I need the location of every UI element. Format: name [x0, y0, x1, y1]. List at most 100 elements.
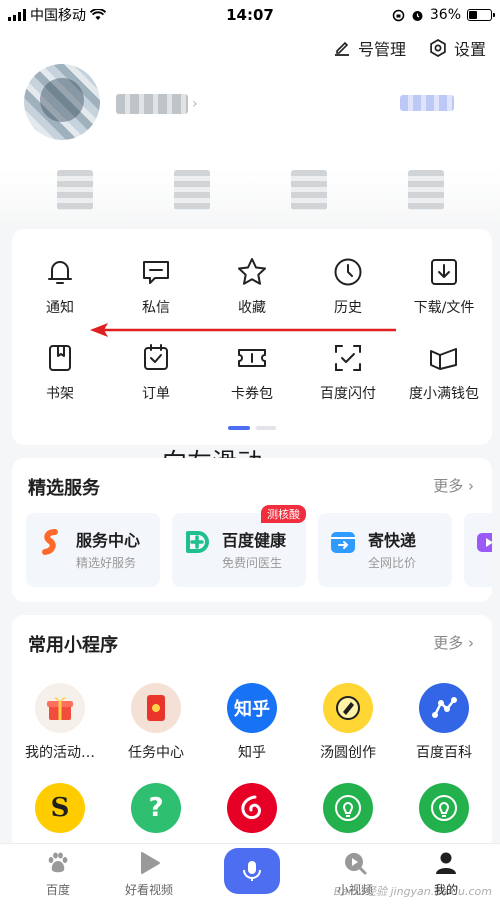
watermark: Baidu经验 jingyan.baidu.com	[333, 885, 492, 898]
tool-label: 通知	[46, 300, 74, 316]
battery-percent: 36%	[429, 7, 461, 23]
tangyuan-icon	[323, 683, 373, 733]
services-more-button[interactable]: 更多 ›	[433, 475, 474, 496]
status-time: 14:07	[226, 6, 274, 24]
app-task-center[interactable]: 任务中心	[108, 683, 204, 762]
app-label: 我的活动…	[25, 745, 95, 761]
app-bulb-2[interactable]	[396, 783, 492, 833]
wallet-icon	[430, 348, 457, 370]
tool-label: 历史	[334, 300, 362, 316]
avatar[interactable]	[24, 64, 100, 140]
netease-music-icon	[227, 783, 277, 833]
gift-icon	[35, 683, 85, 733]
swipe-arrow-annotation	[90, 323, 396, 337]
star-icon	[238, 258, 266, 285]
baike-icon	[419, 683, 469, 733]
service-subtitle: 精选好服务	[76, 556, 137, 570]
stat-item-blurred[interactable]	[173, 170, 210, 210]
tool-label: 下载/文件	[413, 300, 475, 316]
tool-label: 私信	[142, 300, 170, 316]
app-bulb-1[interactable]	[300, 783, 396, 833]
app-label: 任务中心	[128, 745, 184, 761]
app-zhihu[interactable]: 知乎 知乎	[204, 683, 300, 762]
app-my-activities[interactable]: 我的活动…	[12, 683, 108, 762]
gear-icon	[430, 39, 446, 57]
more-label: 更多	[433, 634, 464, 652]
service-center-icon	[42, 529, 58, 555]
bookshelf-icon	[49, 345, 71, 371]
battery-fill	[469, 11, 477, 19]
nav-label: 百度	[45, 883, 70, 897]
username-blurred[interactable]	[116, 94, 188, 114]
edit-icon	[334, 41, 349, 56]
stat-item-blurred[interactable]	[407, 170, 444, 210]
health-icon	[186, 531, 209, 553]
carrier-label: 中国移动	[30, 8, 86, 24]
zhihu-icon: 知乎	[227, 683, 277, 733]
app-question[interactable]: ?	[108, 783, 204, 833]
tool-label: 卡券包	[231, 386, 273, 402]
download-icon	[431, 259, 457, 285]
app-label: 百度百科	[416, 745, 472, 761]
service-subtitle: 免费问医生	[222, 556, 283, 570]
tool-label: 收藏	[238, 300, 266, 316]
app-tangyuan[interactable]: 汤圆创作	[300, 683, 396, 762]
tool-baidu-pay[interactable]: 百度闪付	[300, 341, 396, 403]
clock-icon	[334, 258, 362, 286]
alarm-icon	[412, 10, 423, 21]
tool-messages[interactable]: 私信	[108, 255, 204, 317]
stat-item-blurred[interactable]	[56, 170, 93, 210]
chevron-right-icon: ›	[192, 96, 198, 112]
account-manage-button[interactable]: 号管理	[332, 36, 406, 60]
bell-icon	[48, 261, 72, 284]
app-label: 知乎	[238, 745, 266, 761]
tool-orders[interactable]: 订单	[108, 341, 204, 403]
microphone-icon	[243, 861, 261, 881]
service-title: 寄快递	[368, 531, 417, 550]
service-center[interactable]: 服务中心 精选好服务	[26, 513, 160, 587]
service-baidu-health[interactable]: 测核酸 百度健康 免费问医生	[172, 505, 306, 587]
voice-search-button[interactable]	[224, 848, 280, 894]
stats-row	[0, 170, 500, 210]
more-label: 更多	[433, 477, 464, 495]
bulb-icon	[323, 783, 373, 833]
stat-item-blurred[interactable]	[290, 170, 327, 210]
member-badge-blurred[interactable]	[400, 95, 454, 111]
services-card: 精选服务 更多 › 服务中心 精选好服务 测核酸 百度健康 免费问医生 寄快递 …	[12, 458, 492, 602]
express-box-icon	[331, 532, 355, 553]
page-dot-active	[228, 426, 250, 430]
nav-baidu[interactable]: 百度	[23, 850, 93, 898]
signal-icon	[8, 9, 26, 21]
mini-programs-more-button[interactable]: 更多 ›	[433, 632, 474, 653]
nav-label: 好看视频	[124, 883, 173, 897]
tool-downloads[interactable]: 下载/文件	[396, 255, 492, 317]
service-partial[interactable]	[464, 513, 492, 587]
mini-programs-title: 常用小程序	[28, 635, 118, 656]
status-bar: 中国移动 14:07 36%	[0, 0, 500, 30]
service-express[interactable]: 寄快递 全网比价	[318, 513, 452, 587]
settings-button[interactable]: 设置	[428, 36, 486, 60]
order-icon	[144, 344, 168, 370]
mini-programs-card: 常用小程序 更多 › 我的活动… 任务中心 知乎 知乎 汤圆创作 百度百科 S …	[12, 615, 492, 855]
paw-icon	[48, 852, 68, 873]
message-icon	[143, 261, 169, 284]
question-icon: ?	[131, 783, 181, 833]
tool-favorites[interactable]: 收藏	[204, 255, 300, 317]
page-indicator	[228, 426, 276, 430]
tool-label: 百度闪付	[320, 386, 376, 402]
tool-wallet[interactable]: 度小满钱包	[396, 341, 492, 403]
task-icon	[131, 683, 181, 733]
tool-notifications[interactable]: 通知	[12, 255, 108, 317]
page-dot	[256, 426, 276, 430]
tool-history[interactable]: 历史	[300, 255, 396, 317]
covid-test-tag: 测核酸	[261, 505, 306, 523]
tool-coupons[interactable]: 卡券包	[204, 341, 300, 403]
service-subtitle: 全网比价	[368, 556, 417, 570]
nav-haokan-video[interactable]: 好看视频	[114, 850, 184, 898]
chevron-right-icon: ›	[468, 477, 474, 495]
top-actions: 号管理 设置	[332, 36, 486, 60]
tool-bookshelf[interactable]: 书架	[12, 341, 108, 403]
app-netease-music[interactable]	[204, 783, 300, 833]
app-s-logo[interactable]: S	[12, 783, 108, 833]
app-baidu-baike[interactable]: 百度百科	[396, 683, 492, 762]
